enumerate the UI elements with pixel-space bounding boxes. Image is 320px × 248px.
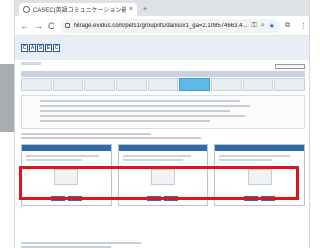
url-text[interactable]: hilrage.evidus.com/pets1/group/ifs/danis… [74, 23, 248, 29]
site-favicon-icon [23, 6, 30, 13]
tab-title: CASEC(英語コミュニケーション能力... [33, 8, 126, 14]
lock-icon [64, 23, 70, 28]
extensions-icon[interactable]: ⧉ [285, 22, 290, 30]
panel-header [118, 145, 208, 151]
level-cell [21, 78, 52, 91]
logo-letter: C [21, 44, 28, 52]
menu-icon[interactable]: ⋮ [300, 22, 307, 30]
header-small-button[interactable] [275, 64, 305, 69]
browser-toolbar: ← → C hilrage.evidus.com/pets1/group/ifs… [15, 16, 309, 36]
new-tab-button[interactable]: + [143, 6, 147, 13]
key-icon[interactable]: ⚿ [251, 22, 256, 30]
footer-text [21, 242, 161, 248]
casec-logo[interactable]: C A S E C [21, 44, 60, 52]
level-table-header [21, 71, 305, 77]
logo-letter: A [29, 44, 36, 52]
logo-letter: C [53, 44, 60, 52]
logo-letter: S [37, 44, 44, 52]
browser-tab[interactable]: CASEC(英語コミュニケーション能力... × [19, 3, 137, 16]
panel-header [22, 145, 111, 151]
tab-strip: CASEC(英語コミュニケーション能力... × + [15, 0, 309, 16]
web-page: C A S E C [15, 36, 309, 248]
note-line [21, 133, 151, 135]
close-tab-icon[interactable]: × [129, 6, 133, 13]
level-cell [84, 78, 115, 91]
level-cell [147, 78, 179, 91]
forward-icon[interactable]: → [34, 21, 43, 31]
zoom-icon[interactable]: ⌕ [261, 22, 265, 30]
address-bar[interactable]: hilrage.evidus.com/pets1/group/ifs/danis… [59, 18, 280, 33]
logo-letter: E [45, 44, 52, 52]
level-cell [274, 78, 305, 91]
level-cell [210, 78, 242, 91]
browser-window: CASEC(英語コミュニケーション能力... × + ← → C hilrage… [14, 0, 310, 248]
panel-header [215, 145, 304, 151]
bookmark-star-icon[interactable]: ★ [269, 22, 275, 30]
level-cell-active [179, 78, 210, 91]
site-header: C A S E C [15, 36, 309, 60]
level-table [21, 71, 305, 91]
level-cell [115, 78, 147, 91]
back-icon[interactable]: ← [20, 21, 29, 31]
highlight-box [19, 166, 299, 200]
reload-icon[interactable]: C [48, 21, 55, 31]
level-cell [52, 78, 84, 91]
level-cell [242, 78, 274, 91]
page-title-line [21, 62, 41, 65]
note-line [21, 137, 201, 139]
description-box [21, 95, 305, 129]
